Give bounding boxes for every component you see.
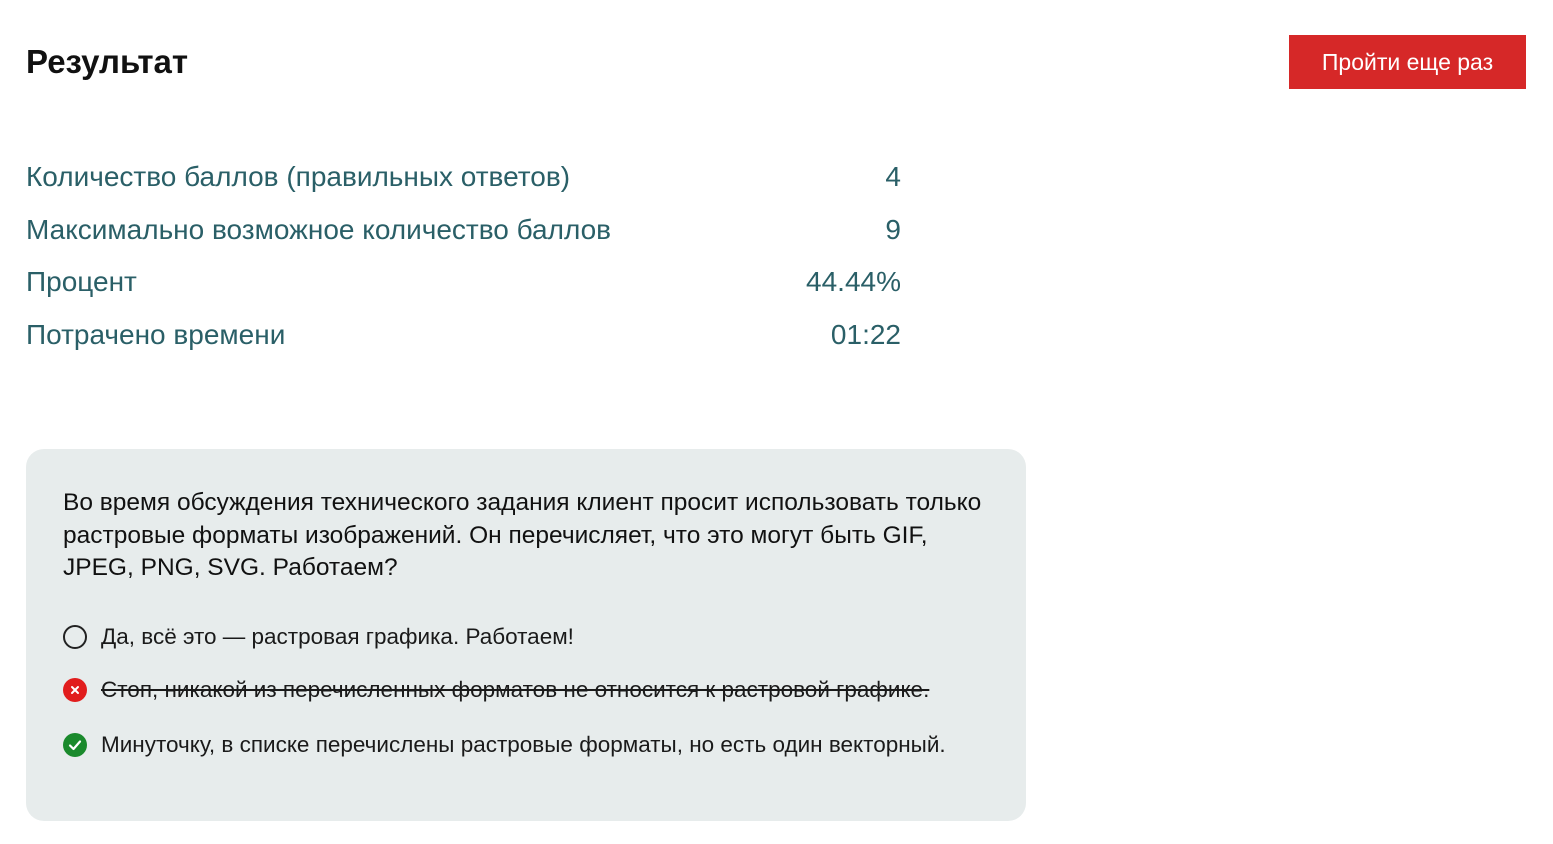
answer-option-wrong: Стоп, никакой из перечисленных форматов …: [63, 676, 963, 703]
cross-circle-icon: [63, 678, 87, 702]
answer-option: Да, всё это — растровая графика. Работае…: [63, 623, 963, 650]
answer-label: Да, всё это — растровая графика. Работае…: [101, 624, 574, 649]
stat-value: 9: [885, 213, 901, 245]
stat-row-percent: Процент 44.44%: [26, 256, 901, 309]
stat-label: Потрачено времени: [26, 318, 286, 350]
answer-label: Минуточку, в списке перечислены растровы…: [101, 732, 946, 757]
stat-value: 01:22: [830, 318, 901, 350]
answer-label: Стоп, никакой из перечисленных форматов …: [101, 677, 930, 702]
stat-row-time-spent: Потрачено времени 01:22: [26, 309, 901, 362]
question-text: Во время обсуждения технического задания…: [63, 489, 982, 581]
radio-empty-icon: [63, 625, 87, 649]
stat-label: Максимально возможное количество баллов: [26, 213, 612, 245]
question-card: Во время обсуждения технического задания…: [26, 449, 1026, 821]
stat-label: Количество баллов (правильных ответов): [26, 161, 571, 193]
retry-button[interactable]: Пройти еще раз: [1289, 35, 1526, 89]
check-circle-icon: [63, 733, 87, 757]
stat-row-score: Количество баллов (правильных ответов) 4: [26, 151, 901, 204]
page-title: Результат: [26, 43, 189, 80]
result-stats: Количество баллов (правильных ответов) 4…: [26, 151, 901, 361]
stat-value: 4: [885, 161, 901, 193]
answer-option-correct: Минуточку, в списке перечислены растровы…: [63, 731, 963, 758]
stat-label: Процент: [26, 266, 137, 298]
stat-value: 44.44%: [806, 266, 901, 298]
stat-row-max-score: Максимально возможное количество баллов …: [26, 204, 901, 257]
